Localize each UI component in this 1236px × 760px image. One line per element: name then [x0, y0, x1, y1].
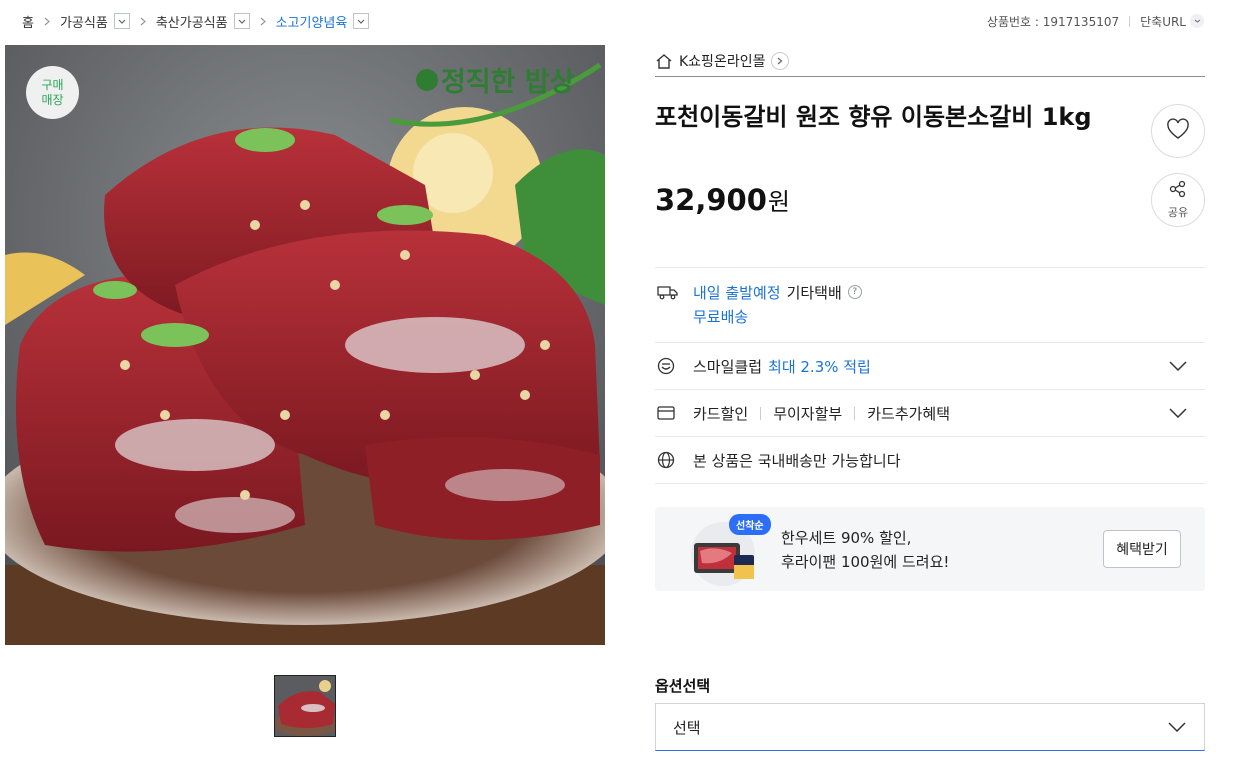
product-number: 상품번호 : 1917135107 [986, 14, 1120, 29]
chevron-right-icon [260, 17, 266, 26]
card-extra-label: 카드추가혜택 [867, 404, 951, 423]
divider [1129, 15, 1131, 27]
installment-label: 무이자할부 [773, 404, 843, 423]
domestic-label: 본 상품은 국내배송만 가능합니다 [693, 451, 901, 470]
domestic-shipping-notice: 본 상품은 국내배송만 가능합니다 [655, 436, 1205, 484]
card-discount-label: 카드할인 [693, 404, 749, 423]
thumbnail-photo [275, 676, 335, 736]
share-icon [1169, 180, 1187, 202]
chevron-down-icon[interactable] [1169, 357, 1187, 375]
chevron-down-icon[interactable] [113, 13, 130, 29]
chevron-down-icon [1190, 14, 1204, 28]
badge-line: 구매 [41, 77, 64, 92]
shipping-info: 내일 출발예정 기타택배 ? 무료배송 [655, 267, 1205, 343]
short-url-button[interactable]: 단축URL [1140, 13, 1204, 30]
chevron-down-icon[interactable] [353, 13, 370, 29]
product-price: 32,900 원 [655, 182, 790, 217]
divider [854, 406, 856, 420]
chevron-down-icon[interactable] [233, 13, 250, 29]
breadcrumb-item-marinated-beef[interactable]: 소고기양념육 [276, 12, 370, 31]
like-button[interactable] [1151, 104, 1205, 158]
chevron-down-icon[interactable] [1169, 404, 1187, 422]
option-selected-value: 선택 [673, 718, 701, 737]
chevron-right-icon [140, 17, 146, 26]
buy-store-badge: 구매 매장 [26, 66, 79, 119]
share-label: 공유 [1167, 206, 1189, 219]
smile-club-row[interactable]: 스마일클럽 최대 2.3% 적립 [655, 342, 1205, 389]
share-button[interactable]: 공유 [1151, 173, 1205, 227]
chevron-down-icon [1168, 718, 1186, 736]
store-link[interactable]: K쇼핑온라인몰 [655, 45, 1205, 77]
shipping-fee: 무료배송 [693, 308, 749, 326]
breadcrumb: 홈 가공식품 축산가공식품 소고기양념육 [22, 11, 370, 31]
first-come-badge: 선착순 [729, 514, 771, 535]
home-icon [655, 53, 673, 69]
chevron-right-icon [44, 17, 50, 26]
promo-text: 한우세트 90% 할인, 후라이팬 100원에 드려요! [781, 526, 949, 574]
promo-line: 한우세트 90% 할인, [781, 529, 912, 547]
breadcrumb-label[interactable]: 축산가공식품 [156, 12, 228, 31]
price-value: 32,900 [655, 183, 767, 217]
globe-icon [655, 451, 693, 469]
option-select[interactable]: 선택 [655, 703, 1205, 751]
breadcrumb-label[interactable]: 가공식품 [60, 12, 108, 31]
smile-club-label: 스마일클럽 [693, 357, 763, 376]
credit-card-icon [655, 406, 693, 420]
breadcrumb-item-processed-food[interactable]: 가공식품 [60, 12, 130, 31]
help-icon[interactable]: ? [847, 285, 862, 299]
product-meta: 상품번호 : 1917135107 단축URL [987, 11, 1204, 31]
breadcrumb-label[interactable]: 소고기양념육 [276, 12, 348, 31]
breadcrumb-label[interactable]: 홈 [22, 12, 34, 31]
product-main-image[interactable]: 정직한 밥상 구매 매장 [5, 45, 605, 645]
divider [760, 406, 762, 420]
short-url-label: 단축URL [1140, 14, 1186, 29]
smile-club-benefit: 최대 2.3% 적립 [768, 357, 871, 376]
shipping-carrier: 기타택배 [786, 283, 842, 302]
breadcrumb-item-home[interactable]: 홈 [22, 12, 34, 31]
get-benefit-button[interactable]: 혜택받기 [1103, 530, 1181, 568]
price-currency: 원 [767, 188, 791, 216]
meat-dish-photo: 정직한 밥상 [5, 45, 605, 645]
promo-line: 후라이팬 100원에 드려요! [781, 553, 950, 571]
card-benefit-row[interactable]: 카드할인 무이자할부 카드추가혜택 [655, 389, 1205, 436]
smile-icon [655, 357, 693, 375]
breadcrumb-item-processed-meat[interactable]: 축산가공식품 [156, 12, 250, 31]
truck-icon [655, 281, 693, 300]
product-thumbnail[interactable] [274, 675, 336, 737]
store-name: K쇼핑온라인몰 [679, 53, 766, 70]
chevron-right-icon [771, 51, 790, 70]
badge-line: 매장 [41, 92, 64, 107]
product-title: 포천이동갈비 원조 향유 이동본소갈비 1kg [655, 103, 1092, 131]
shipping-schedule: 내일 출발예정 [693, 283, 781, 302]
heart-icon [1166, 118, 1190, 144]
promo-banner[interactable]: 선착순 한우세트 90% 할인, 후라이팬 100원에 드려요! 혜택받기 [655, 507, 1205, 591]
option-section-label: 옵션선택 [655, 677, 711, 695]
brand-logo-text: 정직한 밥상 [441, 67, 575, 98]
